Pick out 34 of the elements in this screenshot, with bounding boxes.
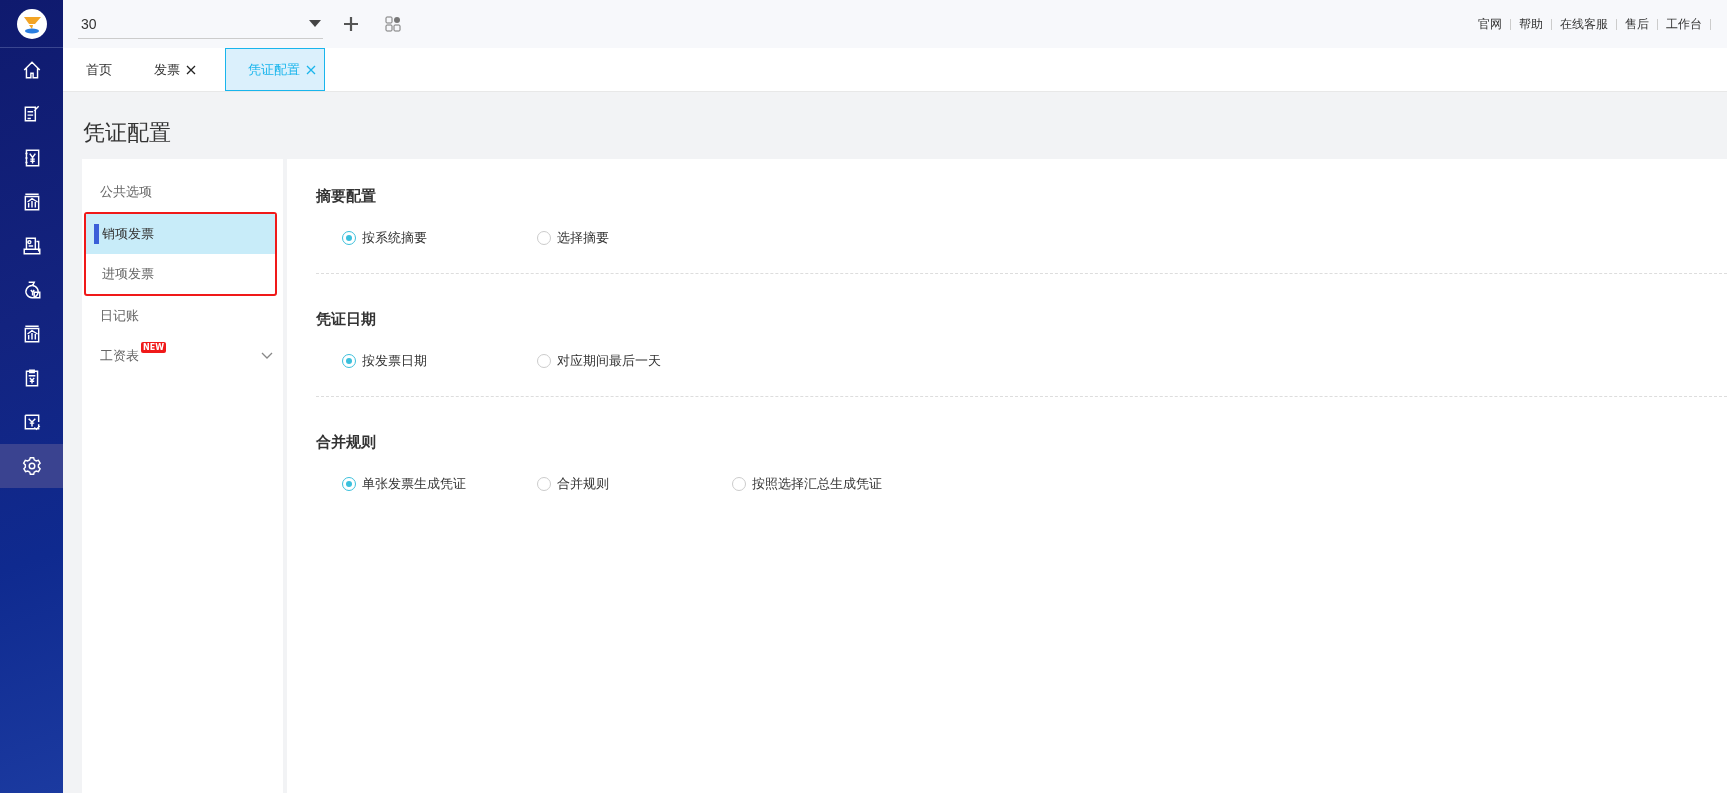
- header-link[interactable]: 在线客服: [1560, 15, 1608, 33]
- radio-option[interactable]: 按系统摘要: [342, 229, 537, 247]
- home-icon: [21, 60, 42, 80]
- header-link[interactable]: 官网: [1478, 15, 1502, 33]
- radio-option[interactable]: 按照选择汇总生成凭证: [732, 475, 927, 493]
- menu-item[interactable]: 工资表 NEW: [82, 336, 283, 376]
- close-icon[interactable]: [186, 64, 196, 75]
- radio-option[interactable]: 按发票日期: [342, 352, 537, 370]
- sidebar-button[interactable]: [0, 444, 63, 488]
- radio-option[interactable]: 选择摘要: [537, 229, 732, 247]
- radio-option[interactable]: 对应期间最后一天: [537, 352, 732, 370]
- header-link[interactable]: 售后: [1625, 15, 1649, 33]
- new-badge: NEW: [141, 341, 166, 353]
- menu-item[interactable]: 公共选项: [82, 172, 283, 212]
- section-title: 合并规则: [316, 432, 377, 453]
- logo-icon: [16, 8, 47, 39]
- section-title: 摘要配置: [316, 186, 377, 207]
- caret-icon: [309, 20, 321, 27]
- apps-icon[interactable]: [385, 16, 401, 32]
- section-title: 凭证日期: [316, 309, 377, 330]
- header-link[interactable]: 工作台: [1666, 15, 1702, 33]
- menu-item[interactable]: 进项发票: [86, 254, 275, 294]
- header-link[interactable]: 帮助: [1519, 15, 1543, 33]
- radio-option[interactable]: 合并规则: [537, 475, 732, 493]
- tab[interactable]: 发票: [141, 48, 209, 91]
- menu-item[interactable]: 销项发票: [86, 214, 275, 254]
- page-title: 凭证配置: [82, 119, 172, 147]
- person-card-icon: [21, 236, 42, 256]
- plus-icon[interactable]: [343, 16, 359, 32]
- tab[interactable]: 首页: [73, 48, 125, 91]
- menu-item[interactable]: 日记账: [82, 296, 283, 336]
- radio-option[interactable]: 单张发票生成凭证: [342, 475, 537, 493]
- dropdown-field[interactable]: 30: [78, 9, 323, 39]
- settings-icon: [21, 456, 42, 476]
